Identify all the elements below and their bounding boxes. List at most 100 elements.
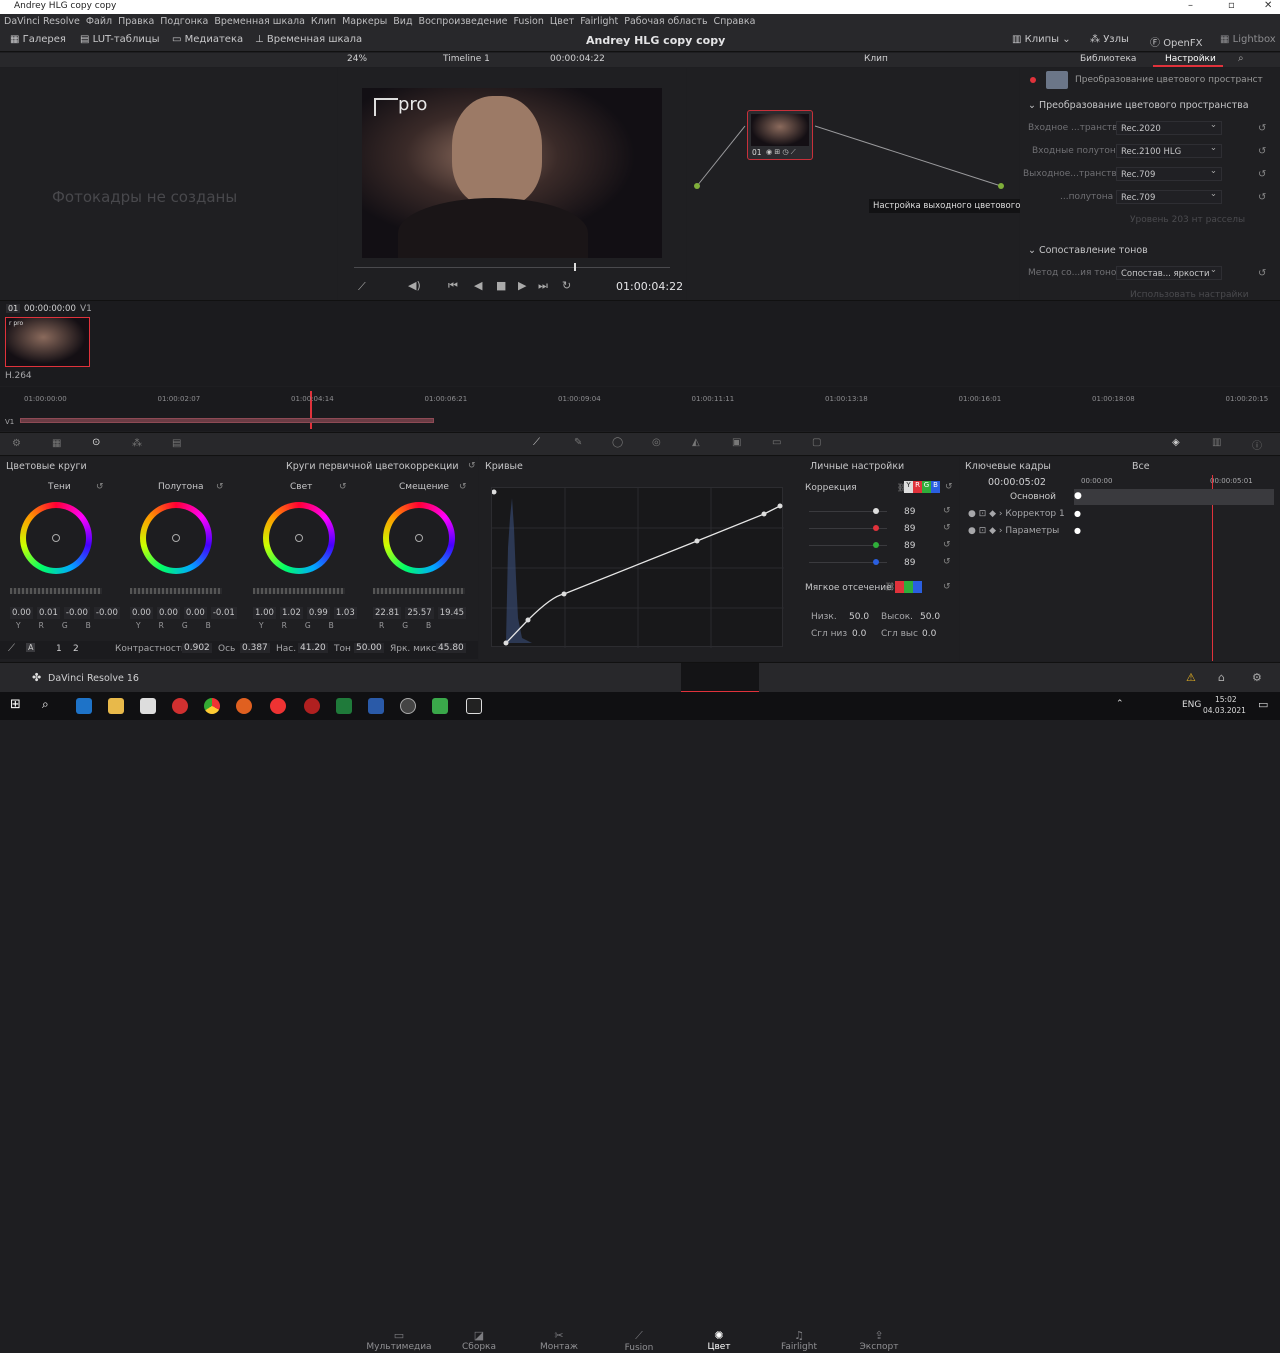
scopes-icon[interactable]: ▥: [1212, 437, 1221, 448]
timeline-name[interactable]: Timeline 1: [443, 54, 490, 64]
timeline-clip[interactable]: [20, 418, 434, 423]
clock-date[interactable]: 04.03.2021: [1203, 706, 1246, 715]
wheel-value[interactable]: -0.00: [93, 607, 120, 619]
timeline-button[interactable]: ⊥ Временная шкала: [255, 34, 362, 45]
keyframe-dot[interactable]: ●: [1074, 509, 1081, 518]
loop-icon[interactable]: ↻: [562, 279, 571, 292]
menu-item-13[interactable]: Справка: [714, 14, 762, 30]
wheel-value[interactable]: 0.99: [306, 607, 330, 619]
menu-item-12[interactable]: Рабочая область: [624, 14, 713, 30]
reset-icon[interactable]: ↺: [1258, 146, 1266, 157]
lut-button[interactable]: ▤ LUT-таблицы: [80, 34, 160, 45]
store-icon[interactable]: [140, 698, 156, 714]
menu-item-5[interactable]: Клип: [311, 14, 342, 30]
openfx-button[interactable]: Ⓕ OpenFX: [1150, 34, 1203, 49]
notifications-icon[interactable]: ▭: [1258, 698, 1268, 711]
resolve-taskbar-icon[interactable]: [400, 698, 416, 714]
node-01[interactable]: 01 ◉ ⊞ ◷ ⟋: [747, 110, 813, 160]
pivot-value[interactable]: 0.387: [240, 643, 270, 653]
camera-raw-icon[interactable]: ⚙: [12, 438, 21, 449]
low-soft-value[interactable]: 0.0: [852, 629, 866, 639]
node-editor[interactable]: 01 ◉ ⊞ ◷ ⟋ Настройка выходного цветового…: [687, 68, 1089, 300]
reset-icon[interactable]: ↺: [943, 506, 951, 516]
wheel-center-handle[interactable]: [295, 534, 303, 542]
wheel-value[interactable]: 19.45: [437, 607, 467, 619]
lum-mix-value[interactable]: 45.80: [436, 643, 466, 653]
reset-icon[interactable]: ↺: [943, 540, 951, 550]
page-button-0[interactable]: ▭ Мультимедиа: [360, 1329, 438, 1352]
play-icon[interactable]: ▶: [518, 279, 526, 292]
page-button-1[interactable]: ◪ Сборка: [440, 1329, 518, 1352]
page-1-button[interactable]: 1: [56, 644, 62, 654]
wheel-value[interactable]: -0.01: [210, 607, 237, 619]
output-gamma-select[interactable]: Rec.709: [1116, 189, 1222, 204]
edge-icon[interactable]: [76, 698, 92, 714]
mini-timeline[interactable]: V1: [0, 387, 1280, 431]
wheel-center-handle[interactable]: [52, 534, 60, 542]
keyframes-icon[interactable]: ◈: [1172, 437, 1180, 448]
menu-item-11[interactable]: Fairlight: [580, 14, 624, 30]
master-wheel-slider[interactable]: [253, 588, 345, 594]
channel-slider-handle[interactable]: [873, 559, 879, 565]
wheel-value[interactable]: 0.01: [36, 607, 60, 619]
keyframe-main-track[interactable]: [1074, 489, 1274, 505]
wheel-value[interactable]: 0.00: [156, 607, 180, 619]
wheel-value[interactable]: 25.57: [405, 607, 434, 619]
language-indicator[interactable]: ENG: [1182, 700, 1201, 710]
wheel-value[interactable]: 22.81: [373, 607, 402, 619]
page-button-3[interactable]: ⟋ Fusion: [600, 1329, 678, 1353]
chrome-icon[interactable]: [204, 698, 220, 714]
picker-icon[interactable]: ⟋: [8, 643, 15, 654]
minimize-icon[interactable]: –: [1188, 0, 1193, 11]
scrubber-playhead[interactable]: [574, 263, 576, 271]
tonemap-method-select[interactable]: Сопостав... яркости: [1116, 265, 1222, 280]
page-button-2[interactable]: ✂ Монтаж: [520, 1329, 598, 1352]
link-icon[interactable]: ⛓: [885, 582, 895, 591]
sizing-icon[interactable]: ▢: [812, 437, 821, 448]
keyframe-dot[interactable]: ●: [1074, 526, 1081, 535]
page-2-button[interactable]: 2: [73, 644, 79, 654]
clips-button[interactable]: ▥ Клипы ⌄: [1012, 34, 1071, 45]
keyframes-filter-select[interactable]: Все: [1132, 461, 1150, 472]
contrast-value[interactable]: 0.902: [182, 643, 212, 653]
reset-icon[interactable]: ↺: [1258, 123, 1266, 134]
channel-y[interactable]: Y: [904, 481, 913, 493]
master-wheel-slider[interactable]: [10, 588, 102, 594]
channel-value[interactable]: 89: [904, 558, 915, 568]
maximize-icon[interactable]: ▫: [1228, 0, 1235, 11]
opera-icon[interactable]: [172, 698, 188, 714]
magic-mask-icon[interactable]: ◭: [692, 437, 700, 448]
clock-time[interactable]: 15:02: [1215, 695, 1237, 704]
stop-icon[interactable]: ■: [496, 279, 506, 292]
channel-value[interactable]: 89: [904, 507, 915, 517]
low-value[interactable]: 50.0: [849, 612, 869, 622]
wheel-value[interactable]: -0.00: [63, 607, 90, 619]
high-value[interactable]: 50.0: [920, 612, 940, 622]
reset-icon[interactable]: ↺: [945, 482, 953, 492]
wheel-value[interactable]: 1.03: [333, 607, 357, 619]
tab-library[interactable]: Библиотека: [1080, 54, 1136, 64]
channel-slider-handle[interactable]: [873, 508, 879, 514]
menu-item-4[interactable]: Временная шкала: [214, 14, 311, 30]
keyframe-row-params[interactable]: ● ⊡ ◆ › Параметры: [968, 526, 1059, 536]
reset-icon[interactable]: ↺: [339, 482, 347, 492]
menu-item-8[interactable]: Воспроизведение: [419, 14, 514, 30]
reset-icon[interactable]: ↺: [1258, 169, 1266, 180]
gallery-button[interactable]: ▦ Галерея: [10, 34, 66, 45]
reset-icon[interactable]: ↺: [1258, 192, 1266, 203]
menu-item-0[interactable]: DaVinci Resolve: [4, 14, 86, 30]
eyedropper-icon[interactable]: ⟋: [358, 280, 366, 294]
keyframe-dot[interactable]: ●: [1074, 491, 1082, 501]
color-wheel[interactable]: [383, 502, 455, 574]
color-match-icon[interactable]: ▦: [52, 438, 61, 449]
page-button-4[interactable]: ✺ Цвет: [680, 1329, 758, 1352]
output-colorspace-select[interactable]: Rec.709: [1116, 166, 1222, 181]
color-wheel[interactable]: [263, 502, 335, 574]
settings-gear-icon[interactable]: ⚙: [1252, 671, 1262, 684]
channel-b[interactable]: B: [931, 481, 940, 493]
reset-icon[interactable]: ↺: [96, 482, 104, 492]
input-colorspace-select[interactable]: Rec.2020: [1116, 120, 1222, 135]
app-icon[interactable]: [236, 698, 252, 714]
page-button-5[interactable]: ♫ Fairlight: [760, 1329, 838, 1352]
wheel-center-handle[interactable]: [415, 534, 423, 542]
